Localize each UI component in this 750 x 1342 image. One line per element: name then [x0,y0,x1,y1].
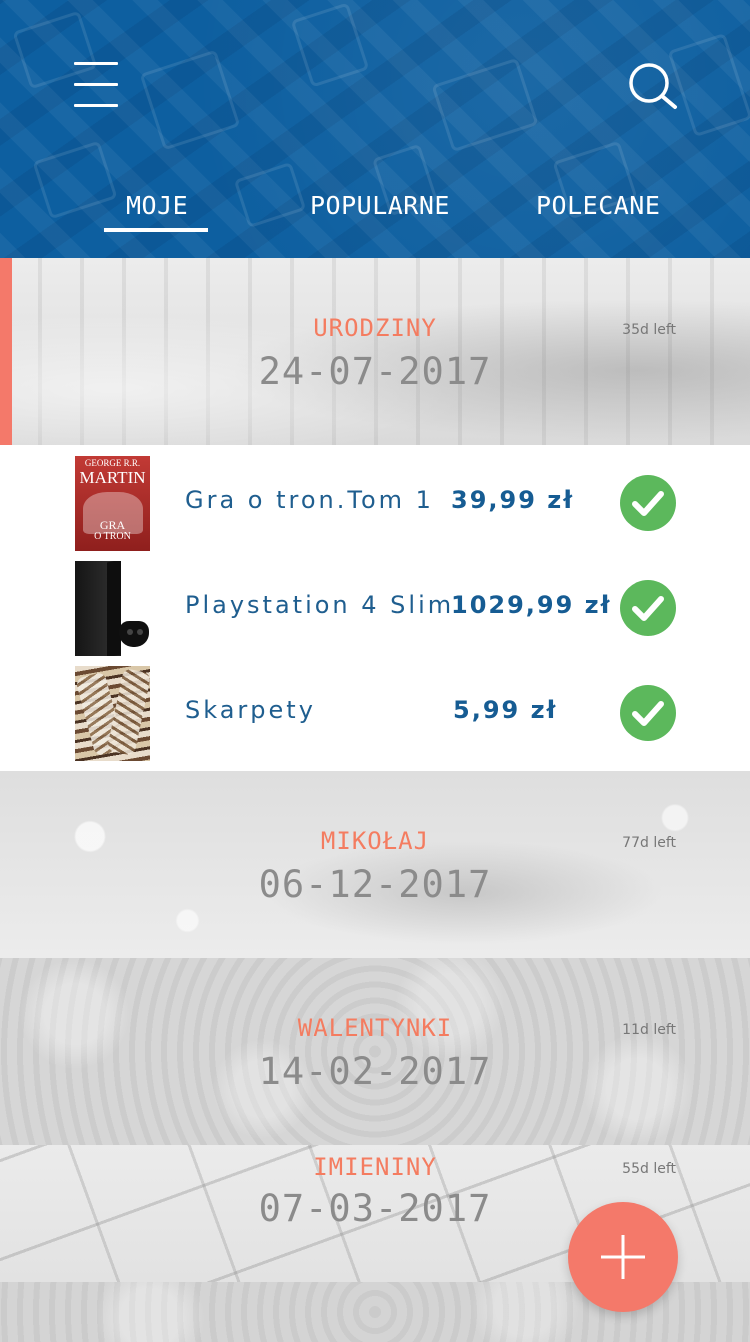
event-date: 06-12-2017 [258,863,492,906]
cover-author: GEORGE R.R. [84,458,141,468]
days-left: 55d left [622,1161,676,1177]
plus-icon [601,1235,645,1279]
event-date: 14-02-2017 [258,1050,492,1093]
event-card-mikolaj[interactable]: MIKOŁAJ 06-12-2017 77d left [0,771,750,958]
item-name: Skarpety [185,696,316,724]
checkmark-icon [632,491,664,516]
tab-polecane[interactable]: POLECANE [536,186,660,230]
check-button[interactable] [620,475,676,531]
event-card-urodziny[interactable]: URODZINY 24-07-2017 35d left [0,258,750,445]
add-event-button[interactable] [568,1202,678,1312]
search-icon[interactable] [628,62,680,110]
list-item[interactable]: Skarpety 5,99 zł [0,666,750,761]
days-left: 35d left [622,322,676,338]
cover-title-line2: O TRON [94,531,131,542]
days-left: 77d left [622,835,676,851]
event-date: 24-07-2017 [258,350,492,393]
item-price: 5,99 zł [453,696,558,724]
checkmark-icon [632,701,664,726]
list-item[interactable]: Playstation 4 Slim 1029,99 zł [0,561,750,656]
socks-image [75,666,150,761]
item-name: Gra o tron.Tom 1 [185,486,434,514]
playstation-console-image [75,561,150,656]
checkmark-icon [632,596,664,621]
list-item[interactable]: GEORGE R.R. MARTIN GRA O TRON Gra o tron… [0,456,750,551]
tab-popularne[interactable]: POPULARNE [310,186,449,230]
app-header: MOJE POPULARNE POLECANE [0,0,750,258]
gift-list: GEORGE R.R. MARTIN GRA O TRON Gra o tron… [0,445,750,771]
item-price: 1029,99 zł [451,591,612,619]
cover-surname: MARTIN [79,468,146,487]
item-name: Playstation 4 Slim [185,591,455,619]
hamburger-menu-icon[interactable] [74,62,118,108]
tab-moje[interactable]: MOJE [104,186,208,232]
check-button[interactable] [620,685,676,741]
check-button[interactable] [620,580,676,636]
book-cover-image: GEORGE R.R. MARTIN GRA O TRON [75,456,150,551]
item-price: 39,99 zł [451,486,575,514]
event-card-walentynki[interactable]: WALENTYNKI 14-02-2017 11d left [0,958,750,1145]
days-left: 11d left [622,1022,676,1038]
tab-bar: MOJE POPULARNE POLECANE [0,186,750,236]
